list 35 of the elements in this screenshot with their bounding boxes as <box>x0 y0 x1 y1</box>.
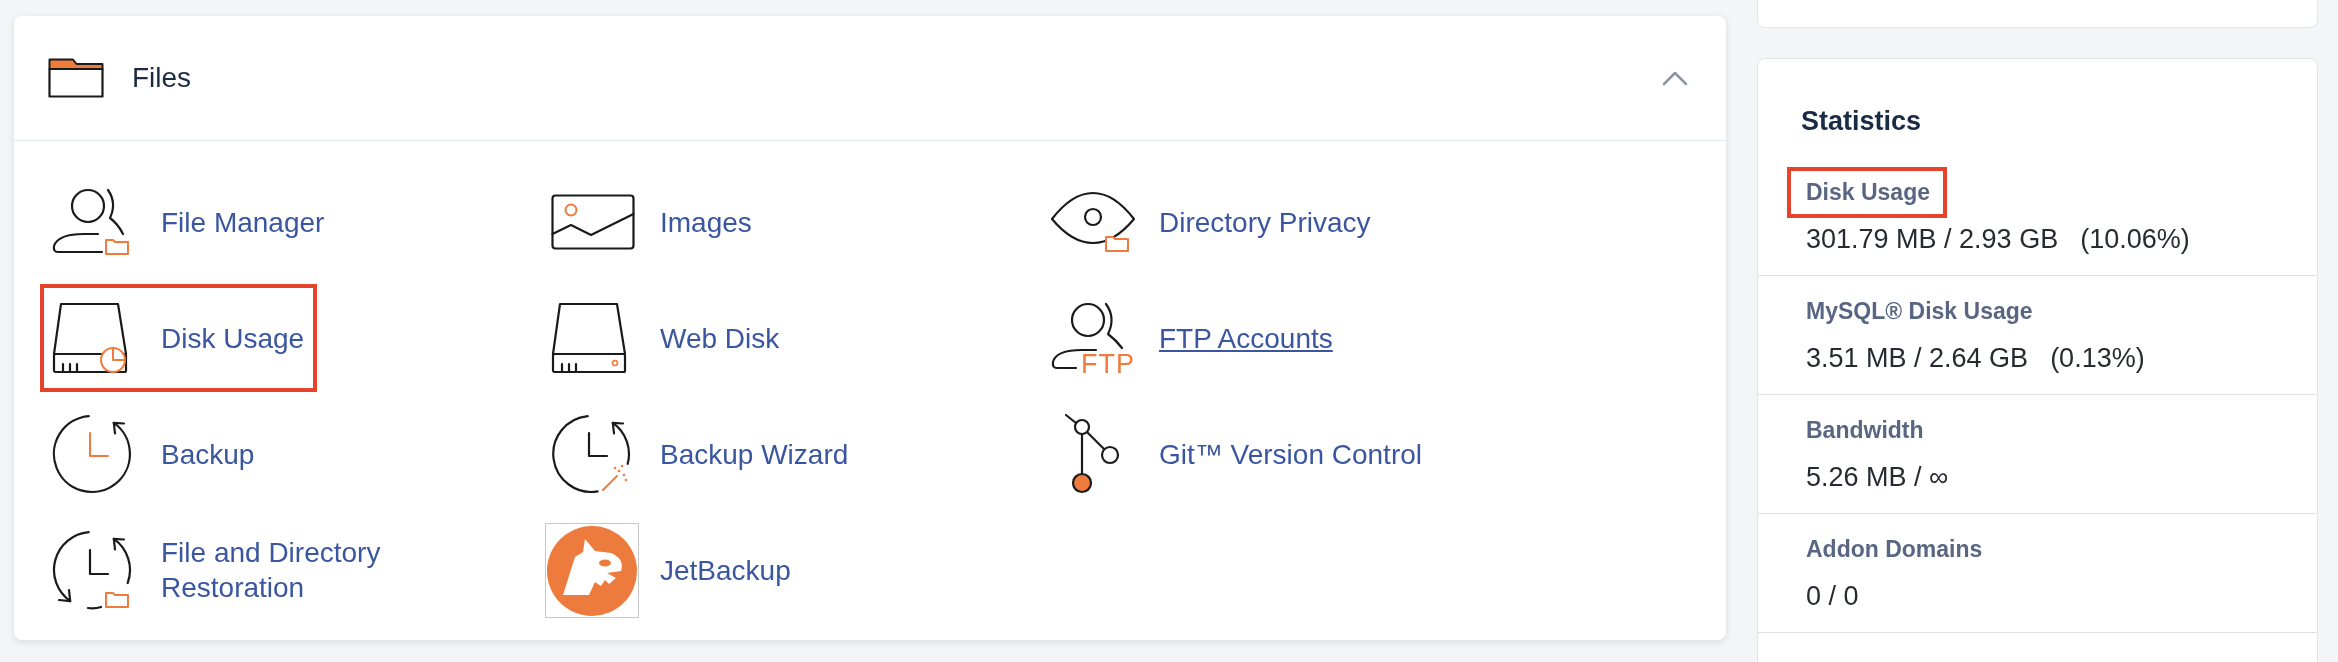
clock-wand-icon <box>551 414 631 494</box>
user-folder-icon <box>52 188 130 256</box>
mascot-logo-icon <box>545 522 639 618</box>
section-title: Statistics <box>1801 105 1923 138</box>
tool-link[interactable]: Disk Usage <box>40 284 318 392</box>
eye-folder-icon <box>1050 191 1136 253</box>
tool-link[interactable]: Backup Wizard <box>539 400 862 508</box>
tool-link[interactable]: Directory Privacy <box>1038 168 1384 276</box>
section-title: Files <box>132 61 192 95</box>
stat-percent: (0.13%) <box>2050 343 2145 373</box>
tool-link[interactable]: Web Disk <box>539 284 793 392</box>
stat-value: 0 / 0 <box>1806 581 1859 611</box>
tool-link[interactable]: JetBackup <box>539 516 804 624</box>
stat-value: 5.26 MB / ∞ <box>1806 462 1949 492</box>
stat-value: 301.79 MB / 2.93 GB <box>1806 224 2059 254</box>
tool-link[interactable]: File and Directory Restoration <box>40 516 474 624</box>
tool-link[interactable]: Git™ Version Control <box>1038 400 1435 508</box>
tool-link[interactable]: Backup <box>40 400 268 508</box>
chevron-up-icon[interactable] <box>1662 70 1688 86</box>
stat-label: MySQL® Disk Usage <box>1805 297 2034 326</box>
tool-link[interactable]: Images <box>539 168 765 276</box>
stat-value: 3.51 MB / 2.64 GB <box>1806 343 2029 373</box>
tool-link[interactable]: FTP FTP Accounts <box>1038 284 1346 392</box>
clock-arrow-icon <box>52 414 132 494</box>
clock-folder-icon <box>52 530 132 610</box>
stat-label: Bandwidth <box>1805 416 1925 445</box>
image-icon <box>551 194 635 250</box>
folder-icon <box>48 58 104 98</box>
stat-percent: (10.06%) <box>2080 224 2190 254</box>
drive-pie-icon <box>52 302 128 374</box>
stat-label: Addon Domains <box>1805 535 1984 564</box>
drive-icon <box>551 302 627 374</box>
branch-icon <box>1062 413 1122 495</box>
stat-label: Disk Usage <box>1787 167 1947 218</box>
tool-link[interactable]: File Manager <box>40 168 338 276</box>
